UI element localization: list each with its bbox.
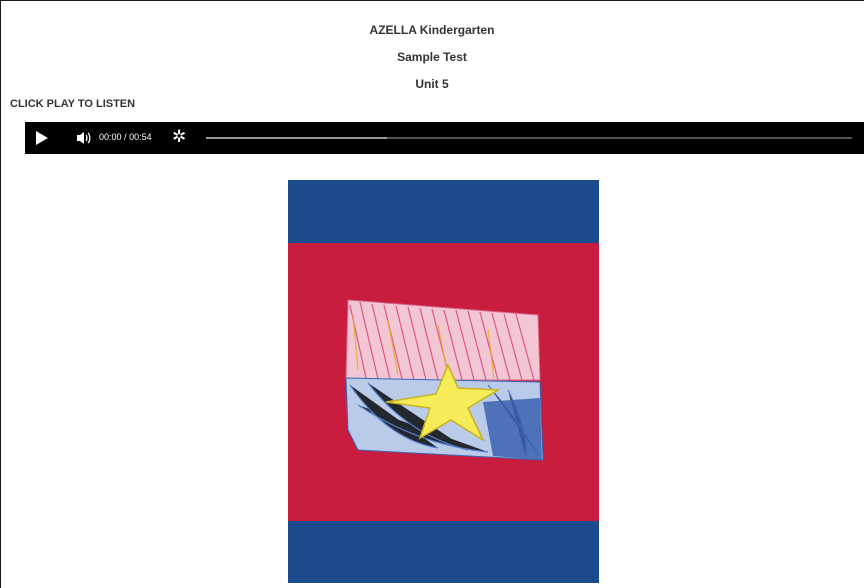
current-time: 00:00: [99, 132, 122, 142]
audio-player: 00:00 / 00:54 ✲: [25, 122, 864, 154]
duration: 00:54: [129, 132, 152, 142]
listen-instruction: CLICK PLAY TO LISTEN: [10, 98, 136, 110]
seek-bar[interactable]: [206, 137, 852, 139]
child-flag-drawing: [345, 299, 544, 461]
test-subtitle: Sample Test: [397, 50, 467, 64]
volume-icon[interactable]: [75, 130, 93, 146]
buffered-progress: [206, 137, 387, 139]
time-separator: /: [124, 132, 127, 142]
gear-icon[interactable]: ✲: [172, 128, 186, 146]
test-title: AZELLA Kindergarten: [369, 23, 495, 37]
unit-label: Unit 5: [415, 77, 449, 91]
prompt-image: [288, 180, 599, 583]
time-display: 00:00 / 00:54: [99, 132, 152, 142]
play-icon[interactable]: [36, 131, 48, 145]
